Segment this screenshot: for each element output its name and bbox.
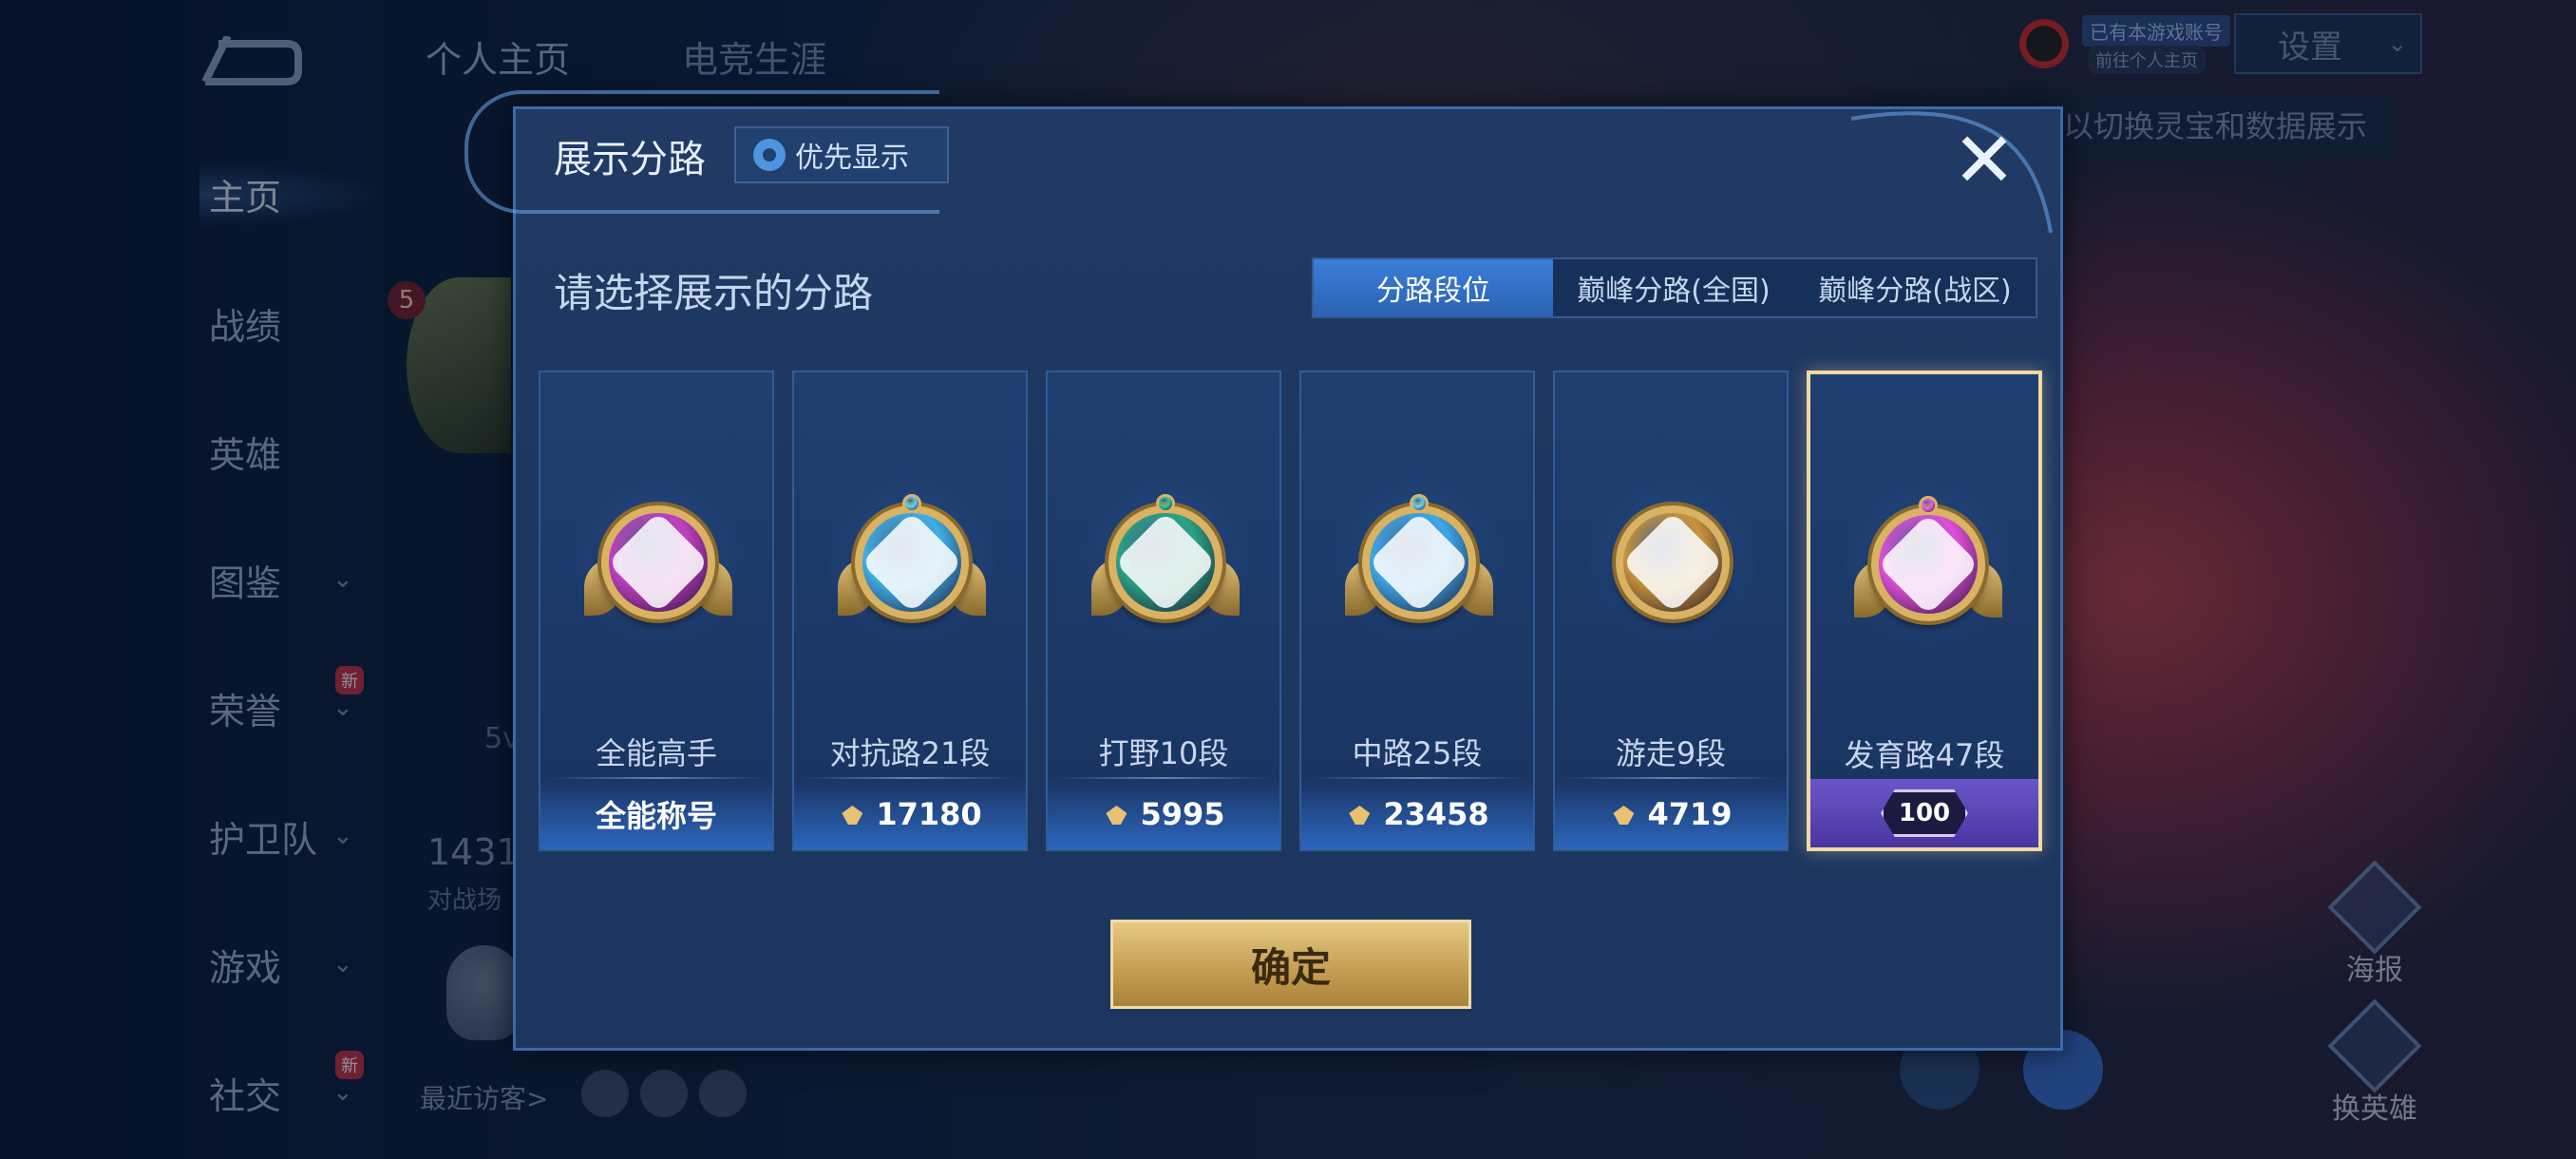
dialog-subtitle: 请选择展示的分路 [554, 270, 874, 316]
rank-stars-value: 100 [1898, 799, 1951, 827]
points-icon [1345, 800, 1373, 828]
farm-lane-emblem-icon [1871, 496, 1985, 621]
tab-peak-zone[interactable]: 巅峰分路(战区) [1794, 259, 2036, 316]
route-card-name: 打野10段 [1098, 735, 1229, 771]
route-card-name: 发育路47段 [1844, 737, 2005, 773]
route-card-footer: 5995 [1048, 779, 1279, 849]
emblem-gem [902, 494, 921, 513]
priority-display-button[interactable]: 优先显示 [734, 126, 949, 183]
emblem-gem [1410, 494, 1429, 513]
all-round-emblem-icon [601, 505, 715, 619]
title-label: 全能称号 [595, 798, 717, 834]
route-card-footer: 100 [1810, 779, 2038, 847]
route-points: 5995 [1140, 796, 1225, 832]
route-card-footer: 23458 [1301, 779, 1533, 849]
close-icon[interactable]: ✕ [1946, 123, 2022, 199]
priority-display-label: 优先显示 [795, 142, 909, 175]
dialog-title: 展示分路 [554, 138, 706, 181]
emblem-inner [1877, 513, 1979, 616]
roam-emblem-icon [1616, 505, 1730, 619]
route-card-farm-lane[interactable]: 发育路47段 100 [1807, 370, 2042, 851]
emblem-inner [1621, 511, 1724, 614]
route-card-name: 全能高手 [595, 735, 717, 771]
route-card-mid-lane[interactable]: 中路25段 23458 [1299, 370, 1535, 851]
route-card-jungle[interactable]: 打野10段 5995 [1046, 370, 1281, 851]
route-card-footer: 4719 [1555, 779, 1787, 849]
route-card-footer: 全能称号 [540, 779, 772, 849]
route-card-footer: 17180 [794, 779, 1026, 849]
route-card-all-round[interactable]: 全能高手 全能称号 [539, 370, 774, 851]
emblem-gem [1156, 494, 1175, 513]
emblem-inner [1114, 511, 1217, 614]
emblem-inner [1368, 511, 1470, 614]
route-display-dialog: 展示分路 优先显示 ✕ 请选择展示的分路 分路段位 巅峰分路(全国) 巅峰分路(… [464, 90, 2063, 1051]
route-card-roam[interactable]: 游走9段 4719 [1553, 370, 1789, 851]
route-card-top-lane[interactable]: 对抗路21段 17180 [792, 370, 1028, 851]
points-icon [838, 800, 866, 828]
emblem-inner [861, 511, 963, 614]
route-points: 17180 [876, 796, 982, 832]
jungle-emblem-icon [1108, 494, 1222, 619]
route-card-name: 中路25段 [1352, 735, 1483, 771]
rank-stars-badge: 100 [1881, 789, 1968, 837]
route-tabs: 分路段位 巅峰分路(全国) 巅峰分路(战区) [1312, 257, 2037, 318]
route-points: 23458 [1383, 796, 1489, 832]
mid-lane-emblem-icon [1362, 494, 1476, 619]
top-lane-emblem-icon [855, 494, 969, 619]
tab-peak-national[interactable]: 巅峰分路(全国) [1553, 259, 1794, 316]
points-icon [1102, 800, 1130, 828]
points-icon [1609, 800, 1638, 828]
route-points: 4719 [1647, 796, 1733, 832]
gear-icon [753, 139, 786, 171]
emblem-gem [1919, 496, 1938, 515]
emblem-inner [607, 511, 710, 614]
tab-route-rank[interactable]: 分路段位 [1314, 259, 1553, 316]
confirm-button[interactable]: 确定 [1110, 920, 1471, 1009]
game-profile-screen: 主页 战绩 英雄 图鉴 ⌄ 荣誉 新 ⌄ 护卫队 ⌄ 游戏 ⌄ 社交 新 ⌄ 个… [0, 0, 2576, 1159]
route-card-name: 对抗路21段 [829, 735, 991, 771]
route-card-name: 游走9段 [1615, 735, 1727, 771]
